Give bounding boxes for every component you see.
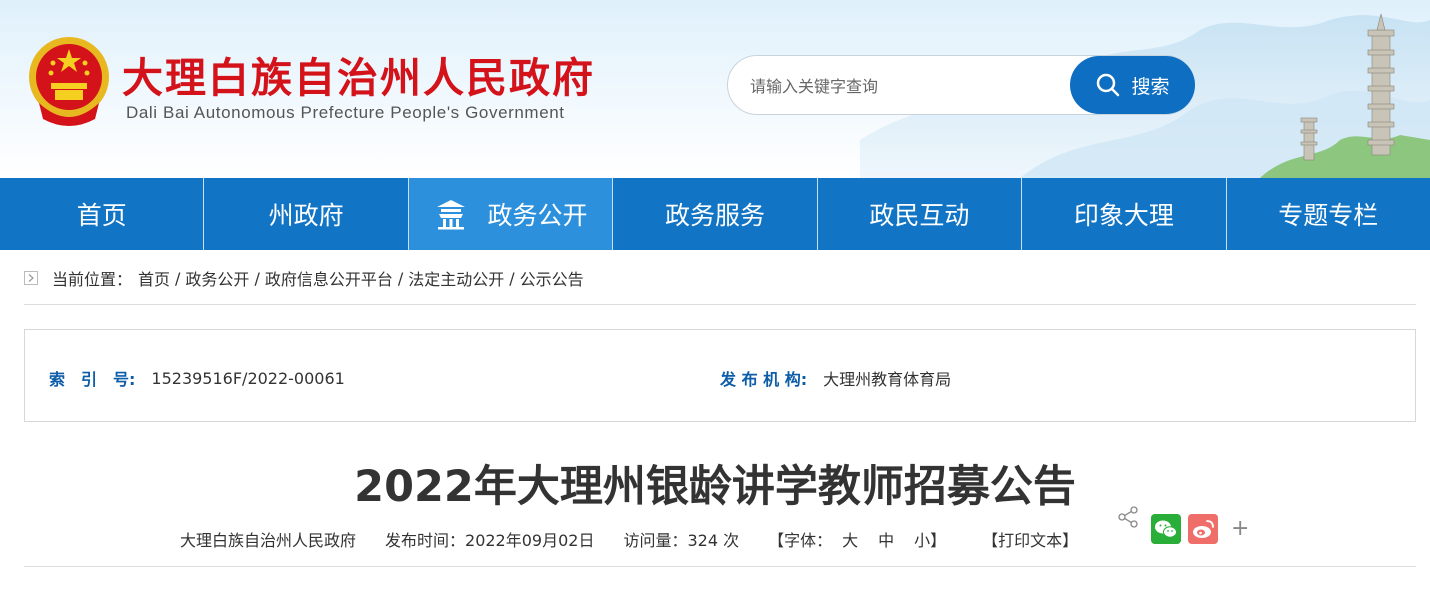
article-visits: 访问量：324 次 bbox=[623, 531, 740, 550]
breadcrumb-link-info-platform[interactable]: 政府信息公开平台 bbox=[265, 266, 393, 290]
site-title: 大理白族自治州人民政府 bbox=[122, 54, 595, 102]
pavilion-icon bbox=[436, 200, 465, 230]
font-size-large-button[interactable]: 大 bbox=[842, 527, 858, 551]
divider bbox=[24, 566, 1416, 567]
share-icon[interactable] bbox=[1117, 506, 1139, 528]
wechat-icon[interactable] bbox=[1151, 514, 1181, 544]
share-bar: + bbox=[1117, 506, 1257, 546]
breadcrumb-link-announcements[interactable]: 公示公告 bbox=[520, 266, 584, 290]
nav-item-impression-dali[interactable]: 印象大理 bbox=[1022, 178, 1227, 250]
site-subtitle: Dali Bai Autonomous Prefecture People's … bbox=[126, 103, 565, 122]
search-icon bbox=[1097, 73, 1120, 97]
breadcrumb-separator: / bbox=[397, 268, 404, 288]
breadcrumb-separator: / bbox=[175, 268, 181, 288]
nav-item-label: 州政府 bbox=[268, 201, 344, 230]
nav-item-interaction[interactable]: 政民互动 bbox=[818, 178, 1023, 250]
meta-index-row: 索 引 号: 15239516F/2022-00061 bbox=[49, 366, 345, 390]
nav-item-home[interactable]: 首页 bbox=[0, 178, 205, 250]
breadcrumb: 当前位置： 首页 / 政务公开 / 政府信息公开平台 / 法定主动公开 / 公示… bbox=[24, 266, 584, 290]
search-button-label: 搜索 bbox=[1131, 75, 1170, 98]
nav-item-government[interactable]: 州政府 bbox=[204, 178, 409, 250]
location-icon bbox=[24, 271, 38, 285]
meta-index-label: 索 引 号: bbox=[49, 370, 136, 389]
search-box: 搜索 bbox=[727, 55, 1195, 115]
article-title: 2022年大理州银龄讲学教师招募公告 bbox=[354, 462, 1076, 512]
search-input[interactable] bbox=[750, 72, 1070, 100]
breadcrumb-prefix: 当前位置： bbox=[52, 270, 133, 289]
breadcrumb-link-home[interactable]: 首页 bbox=[138, 266, 170, 290]
nav-item-government-affairs[interactable]: 政务公开 bbox=[408, 178, 614, 250]
nav-item-label: 印象大理 bbox=[1073, 201, 1174, 230]
weibo-icon[interactable] bbox=[1188, 514, 1218, 544]
print-button[interactable]: 【打印文本】 bbox=[982, 527, 1078, 551]
font-size-small-button[interactable]: 小】 bbox=[914, 527, 946, 551]
main-nav: 首页 州政府 政务公开 政务服务 政民互动 印象大理 专题专栏 bbox=[0, 178, 1430, 250]
national-emblem-icon bbox=[29, 37, 109, 126]
article-source: 大理白族自治州人民政府 bbox=[180, 531, 357, 550]
nav-item-label: 专题专栏 bbox=[1278, 201, 1379, 230]
nav-item-special-topics[interactable]: 专题专栏 bbox=[1227, 178, 1430, 250]
breadcrumb-separator: / bbox=[254, 268, 260, 288]
nav-item-label: 政务公开 bbox=[487, 201, 588, 230]
font-size-medium-button[interactable]: 中 bbox=[878, 527, 894, 551]
plus-icon[interactable]: + bbox=[1231, 514, 1249, 544]
nav-item-label: 政务服务 bbox=[664, 201, 765, 230]
nav-item-label: 政民互动 bbox=[869, 201, 970, 230]
breadcrumb-link-statutory[interactable]: 法定主动公开 bbox=[408, 266, 504, 290]
document-meta-box: 索 引 号: 15239516F/2022-00061 发 布 机 构: 大理州… bbox=[24, 329, 1416, 422]
meta-org-label: 发 布 机 构: bbox=[720, 370, 808, 389]
search-button[interactable]: 搜索 bbox=[1070, 56, 1195, 114]
font-size-label: 【字体： bbox=[768, 531, 833, 550]
article-info-row: 大理白族自治州人民政府 发布时间：2022年09月02日 访问量：324 次 【… bbox=[180, 527, 1107, 551]
nav-item-services[interactable]: 政务服务 bbox=[613, 178, 818, 250]
meta-org-row: 发 布 机 构: 大理州教育体育局 bbox=[720, 366, 951, 390]
nav-item-label: 首页 bbox=[76, 201, 127, 230]
site-header: 大理白族自治州人民政府 Dali Bai Autonomous Prefectu… bbox=[0, 0, 1430, 178]
article-publish-time: 发布时间：2022年09月02日 bbox=[385, 531, 595, 550]
meta-index-value: 15239516F/2022-00061 bbox=[151, 368, 345, 388]
meta-org-value: 大理州教育体育局 bbox=[823, 370, 952, 389]
divider bbox=[24, 304, 1416, 305]
breadcrumb-link-affairs[interactable]: 政务公开 bbox=[185, 266, 249, 290]
breadcrumb-separator: / bbox=[509, 268, 515, 288]
